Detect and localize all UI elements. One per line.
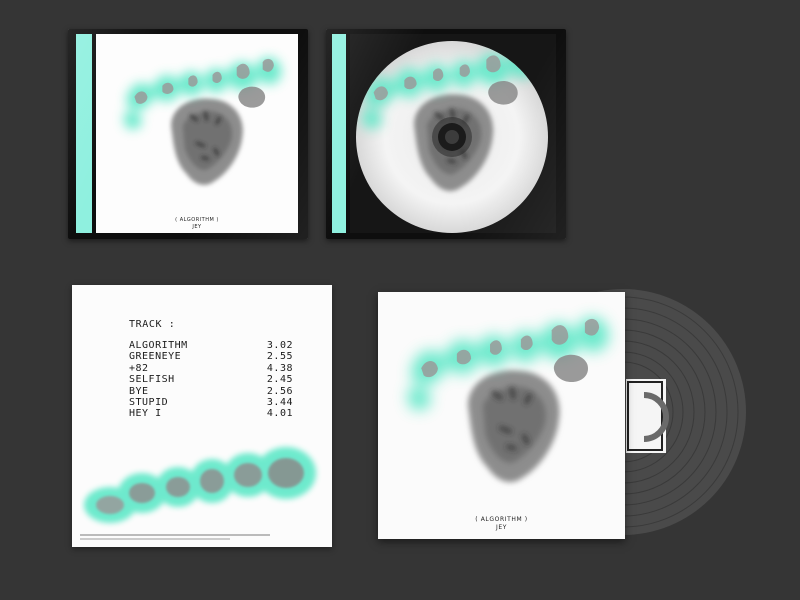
track-row: HEY I 4.01 xyxy=(129,408,293,419)
track-name: GREENEYE xyxy=(129,351,182,363)
cd-front-artist: JEY xyxy=(192,224,202,230)
vinyl-cover-artwork xyxy=(378,292,625,539)
track-name: +82 xyxy=(129,362,149,374)
cd-case-front: ( ALGORITHM ) JEY xyxy=(68,29,308,239)
vinyl-artist: JEY xyxy=(495,524,508,531)
track-row: +82 4.38 xyxy=(129,363,293,374)
cd-case-open xyxy=(326,29,566,239)
track-time: 3.02 xyxy=(266,340,293,351)
cd-case-spine xyxy=(76,34,92,233)
track-row: GREENEYE 2.55 xyxy=(129,351,293,362)
track-row: BYE 2.56 xyxy=(129,386,293,397)
track-row: STUPID 3.44 xyxy=(129,397,293,408)
cover-artwork xyxy=(96,34,298,233)
cd-case-tray-edge xyxy=(332,34,346,233)
back-sleeve: TRACK : ALGORITHM 3.02 GREENEYE 2.55 +82… xyxy=(72,285,332,547)
compact-disc-icon xyxy=(356,41,548,233)
legal-fineprint xyxy=(80,534,280,540)
cd-front-title: ( ALGORITHM ) xyxy=(175,217,219,223)
track-row: SELFISH 2.45 xyxy=(129,374,293,385)
tracklist-header: TRACK : xyxy=(129,319,176,330)
vinyl-title: ( ALGORITHM ) xyxy=(475,516,528,523)
track-name: STUPID xyxy=(129,396,169,408)
tracklist: ALGORITHM 3.02 GREENEYE 2.55 +82 4.38 SE… xyxy=(129,340,293,420)
track-time: 2.55 xyxy=(266,351,293,363)
track-name: ALGORITHM xyxy=(129,340,188,351)
back-cover-lettering xyxy=(84,447,316,523)
vinyl-front-sleeve: ( ALGORITHM ) JEY xyxy=(378,292,625,539)
track-name: SELFISH xyxy=(129,374,175,386)
track-time: 4.01 xyxy=(266,408,293,420)
track-name: HEY I xyxy=(129,408,162,420)
cd-front-cover-art: ( ALGORITHM ) JEY xyxy=(96,34,298,233)
track-time: 4.38 xyxy=(266,362,293,374)
track-time: 3.44 xyxy=(266,396,293,408)
track-name: BYE xyxy=(129,385,149,397)
track-time: 2.56 xyxy=(266,385,293,397)
track-row: ALGORITHM 3.02 xyxy=(129,340,293,351)
track-time: 2.45 xyxy=(266,374,293,386)
